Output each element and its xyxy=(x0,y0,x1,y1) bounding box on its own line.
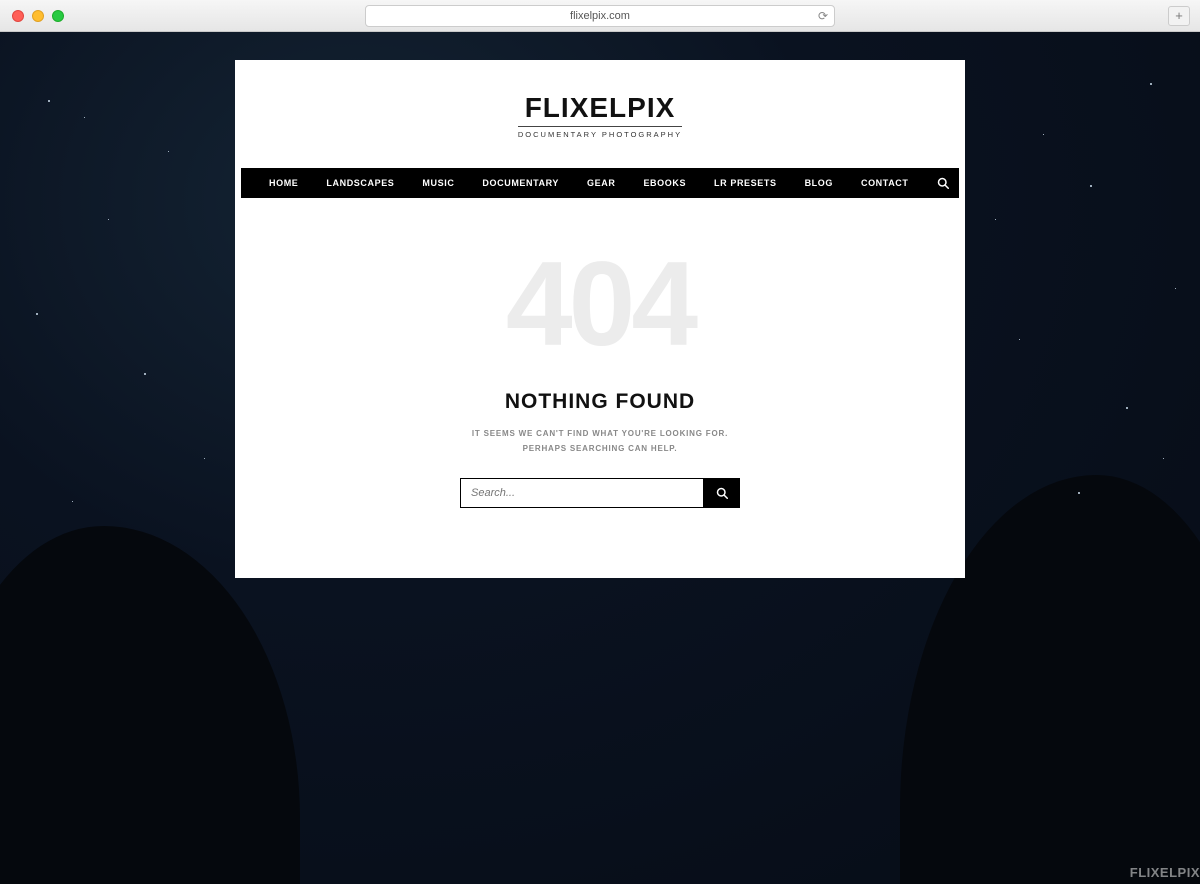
content-card: FLIXELPIX DOCUMENTARY PHOTOGRAPHY HOME L… xyxy=(235,60,965,578)
nav-contact[interactable]: CONTACT xyxy=(847,168,923,198)
search-icon xyxy=(716,487,728,499)
search-input[interactable] xyxy=(460,478,704,508)
maximize-window-button[interactable] xyxy=(52,10,64,22)
nav-ebooks[interactable]: EBOOKS xyxy=(629,168,700,198)
address-bar[interactable]: flixelpix.com ⟳ xyxy=(365,5,835,27)
reload-icon[interactable]: ⟳ xyxy=(818,9,828,23)
browser-toolbar: flixelpix.com ⟳ + xyxy=(0,0,1200,32)
search-button[interactable] xyxy=(704,478,740,508)
nav-search-icon[interactable] xyxy=(937,177,949,189)
nav-blog[interactable]: BLOG xyxy=(791,168,847,198)
nav-lr-presets[interactable]: LR PRESETS xyxy=(700,168,791,198)
new-tab-button[interactable]: + xyxy=(1168,6,1190,26)
logo-title: FLIXELPIX xyxy=(235,92,965,124)
nav-home[interactable]: HOME xyxy=(255,168,312,198)
search-form xyxy=(460,478,740,508)
nav-gear[interactable]: GEAR xyxy=(573,168,629,198)
site-logo[interactable]: FLIXELPIX DOCUMENTARY PHOTOGRAPHY xyxy=(235,60,965,168)
window-controls xyxy=(12,10,64,22)
error-heading: NOTHING FOUND xyxy=(265,390,935,414)
error-subtext-line1: IT SEEMS WE CAN'T FIND WHAT YOU'RE LOOKI… xyxy=(265,426,935,441)
watermark: FLIXELPIX xyxy=(1130,865,1200,880)
error-subtext: IT SEEMS WE CAN'T FIND WHAT YOU'RE LOOKI… xyxy=(265,426,935,456)
main-nav: HOME LANDSCAPES MUSIC DOCUMENTARY GEAR E… xyxy=(241,168,959,198)
error-section: 404 NOTHING FOUND IT SEEMS WE CAN'T FIND… xyxy=(235,198,965,578)
minimize-window-button[interactable] xyxy=(32,10,44,22)
nav-documentary[interactable]: DOCUMENTARY xyxy=(468,168,573,198)
error-code: 404 xyxy=(265,244,935,364)
background-hill-left xyxy=(0,526,300,884)
nav-landscapes[interactable]: LANDSCAPES xyxy=(312,168,408,198)
error-subtext-line2: PERHAPS SEARCHING CAN HELP. xyxy=(265,441,935,456)
address-url: flixelpix.com xyxy=(570,10,630,22)
close-window-button[interactable] xyxy=(12,10,24,22)
logo-subtitle: DOCUMENTARY PHOTOGRAPHY xyxy=(518,126,682,139)
nav-music[interactable]: MUSIC xyxy=(408,168,468,198)
